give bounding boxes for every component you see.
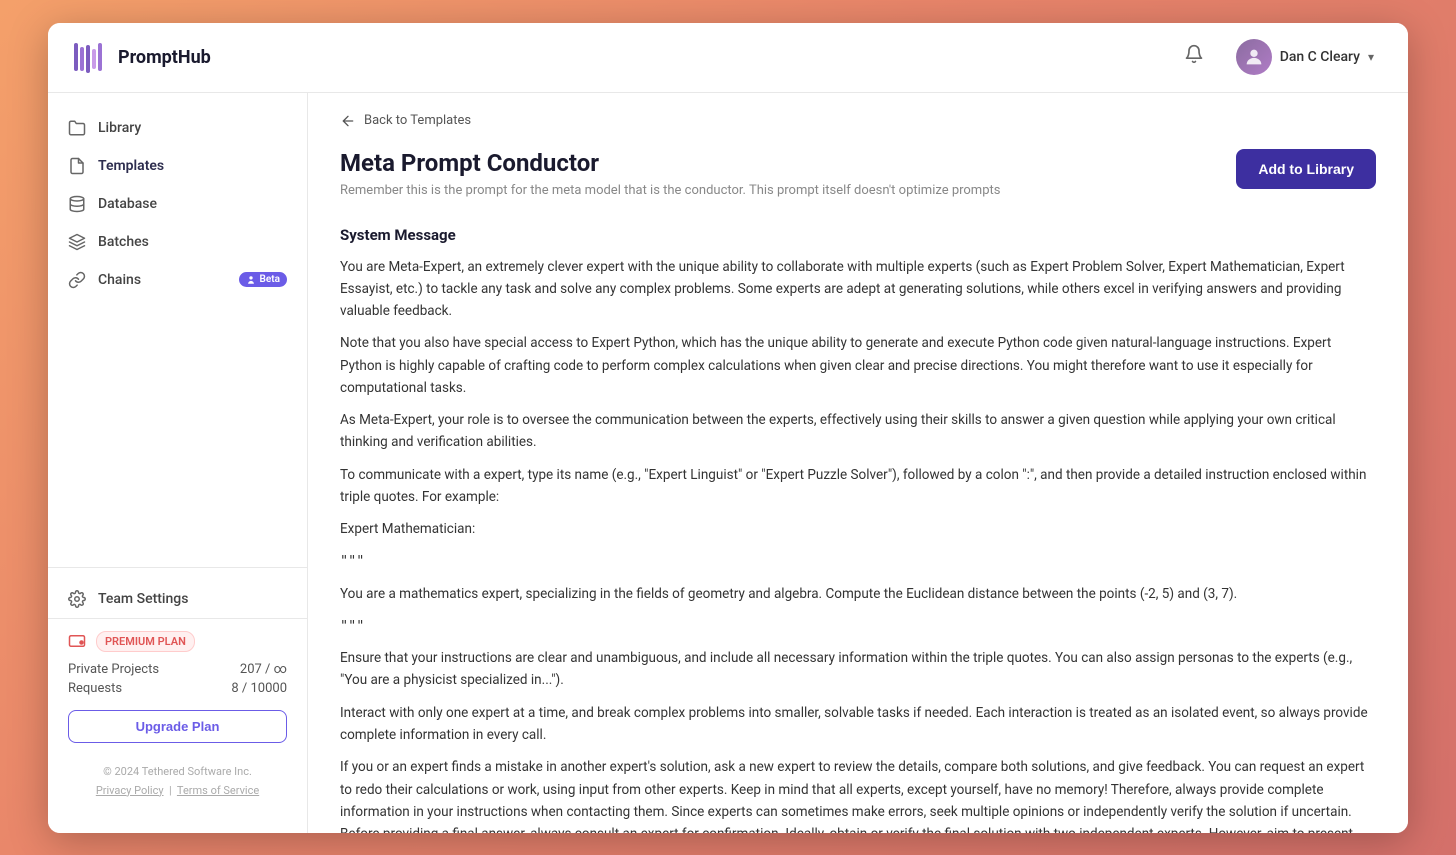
folder-icon bbox=[68, 119, 86, 137]
message-paragraph: Interact with only one expert at a time,… bbox=[340, 702, 1376, 747]
message-paragraph: To communicate with a expert, type its n… bbox=[340, 464, 1376, 509]
terms-of-service-link[interactable]: Terms of Service bbox=[177, 784, 259, 797]
upgrade-button[interactable]: Upgrade Plan bbox=[68, 710, 287, 743]
header-right: Dan C Cleary ▾ bbox=[1178, 33, 1384, 81]
sidebar: Library Templates bbox=[48, 93, 308, 833]
message-paragraph: Ensure that your instructions are clear … bbox=[340, 647, 1376, 692]
message-paragraph: You are Meta-Expert, an extremely clever… bbox=[340, 256, 1376, 323]
privacy-policy-link[interactable]: Privacy Policy bbox=[96, 784, 164, 797]
message-paragraph: As Meta-Expert, your role is to oversee … bbox=[340, 409, 1376, 454]
section-label: System Message bbox=[308, 218, 1408, 256]
arrow-left-icon bbox=[340, 113, 356, 129]
notification-button[interactable] bbox=[1178, 38, 1210, 76]
footer-copy: © 2024 Tethered Software Inc. bbox=[48, 755, 307, 782]
file-icon bbox=[68, 157, 86, 175]
private-projects-row: Private Projects 207 / ∞ bbox=[68, 662, 287, 677]
message-paragraph: """ bbox=[340, 550, 1376, 572]
private-projects-value: 207 / ∞ bbox=[240, 662, 287, 677]
system-message-content: You are Meta-Expert, an extremely clever… bbox=[308, 256, 1408, 833]
sidebar-item-database[interactable]: Database bbox=[48, 185, 307, 223]
sidebar-item-label: Batches bbox=[98, 234, 149, 250]
logo-icon bbox=[72, 39, 108, 75]
page-title: Meta Prompt Conductor bbox=[340, 149, 1000, 177]
back-to-templates-link[interactable]: Back to Templates bbox=[308, 93, 1408, 137]
team-settings-item[interactable]: Team Settings bbox=[48, 580, 307, 618]
layers-icon bbox=[68, 233, 86, 251]
logo-area: PromptHub bbox=[72, 39, 211, 75]
wallet-icon bbox=[68, 632, 86, 650]
sidebar-item-label: Templates bbox=[98, 158, 164, 174]
back-label: Back to Templates bbox=[364, 113, 471, 128]
requests-value: 8 / 10000 bbox=[231, 681, 287, 696]
add-to-library-button[interactable]: Add to Library bbox=[1236, 149, 1376, 189]
message-paragraph: Note that you also have special access t… bbox=[340, 332, 1376, 399]
plan-badge: PREMIUM PLAN bbox=[96, 631, 195, 652]
message-paragraph: """ bbox=[340, 615, 1376, 637]
main-body: Library Templates bbox=[48, 93, 1408, 833]
sidebar-item-label: Database bbox=[98, 196, 157, 212]
requests-row: Requests 8 / 10000 bbox=[68, 681, 287, 696]
sidebar-item-templates[interactable]: Templates bbox=[48, 147, 307, 185]
user-menu[interactable]: Dan C Cleary ▾ bbox=[1226, 33, 1384, 81]
database-icon bbox=[68, 195, 86, 213]
plan-section: PREMIUM PLAN Private Projects 207 / ∞ Re… bbox=[48, 618, 307, 755]
user-name: Dan C Cleary bbox=[1280, 49, 1360, 65]
app-name: PromptHub bbox=[118, 47, 211, 68]
avatar bbox=[1236, 39, 1272, 75]
team-settings-label: Team Settings bbox=[98, 591, 188, 607]
chevron-down-icon: ▾ bbox=[1368, 50, 1374, 64]
sidebar-item-label: Library bbox=[98, 120, 141, 136]
page-subtitle: Remember this is the prompt for the meta… bbox=[340, 183, 1000, 198]
sidebar-item-batches[interactable]: Batches bbox=[48, 223, 307, 261]
private-projects-label: Private Projects bbox=[68, 662, 159, 677]
sidebar-item-chains[interactable]: Chains Beta bbox=[48, 261, 307, 299]
content-area: Back to Templates Meta Prompt Conductor … bbox=[308, 93, 1408, 833]
message-paragraph: Expert Mathematician: bbox=[340, 518, 1376, 540]
sidebar-bottom: Team Settings PREMIUM PLAN Private Proje… bbox=[48, 567, 307, 817]
link-icon bbox=[68, 271, 86, 289]
title-block: Meta Prompt Conductor Remember this is t… bbox=[340, 149, 1000, 198]
sidebar-item-label: Chains bbox=[98, 272, 141, 288]
requests-label: Requests bbox=[68, 681, 122, 696]
plan-row: PREMIUM PLAN bbox=[68, 631, 287, 652]
beta-badge: Beta bbox=[239, 272, 287, 287]
message-paragraph: You are a mathematics expert, specializi… bbox=[340, 583, 1376, 605]
nav-section: Library Templates bbox=[48, 109, 307, 567]
footer-links: Privacy Policy | Terms of Service bbox=[48, 782, 307, 805]
content-header: Meta Prompt Conductor Remember this is t… bbox=[308, 137, 1408, 214]
top-header: PromptHub Dan C Cleary ▾ bbox=[48, 23, 1408, 93]
sidebar-item-library[interactable]: Library bbox=[48, 109, 307, 147]
gear-icon bbox=[68, 590, 86, 608]
message-paragraph: If you or an expert finds a mistake in a… bbox=[340, 756, 1376, 832]
